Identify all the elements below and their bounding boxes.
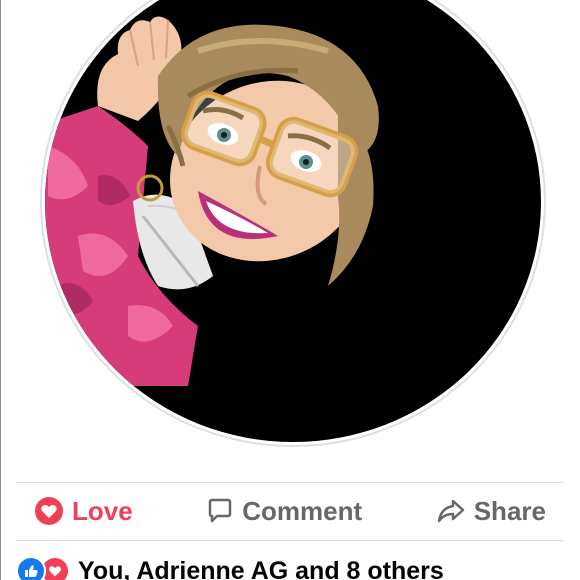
reactions-summary[interactable]: You, Adrienne AG and 8 others — [16, 551, 444, 580]
profile-avatar[interactable] — [38, 0, 548, 448]
comment-label: Comment — [242, 495, 363, 526]
love-button[interactable]: Love — [16, 487, 151, 535]
reactions-text: You, Adrienne AG and 8 others — [78, 556, 444, 580]
post-view: Love Comment Share You, Adrienne AG and … — [0, 0, 580, 580]
love-label: Love — [72, 495, 133, 526]
share-icon — [436, 497, 466, 525]
like-icon — [16, 556, 46, 580]
comment-icon — [206, 497, 234, 525]
divider-bottom — [16, 540, 564, 541]
share-label: Share — [473, 495, 546, 526]
action-bar: Love Comment Share — [16, 483, 564, 539]
comment-button[interactable]: Comment — [188, 487, 380, 535]
heart-icon — [34, 496, 64, 526]
left-border — [0, 0, 1, 580]
reaction-icons — [16, 556, 70, 580]
share-button[interactable]: Share — [418, 487, 564, 535]
